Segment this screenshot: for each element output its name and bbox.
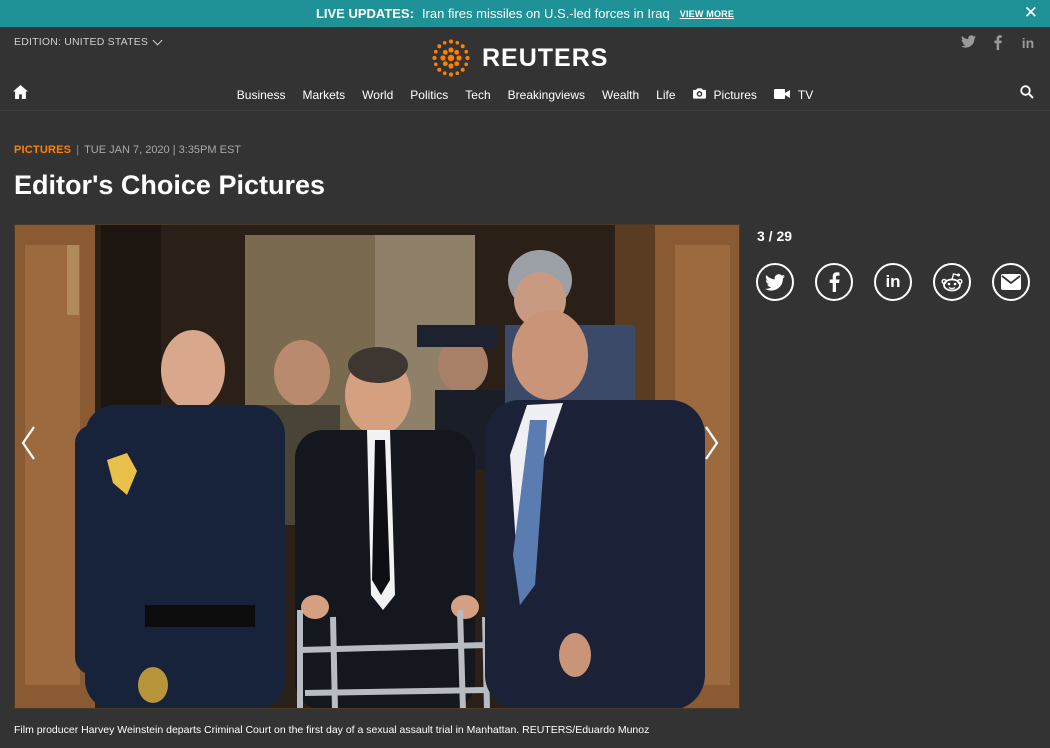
gallery-photo[interactable] [14, 224, 740, 709]
reuters-logo[interactable]: REUTERS [430, 37, 608, 79]
photo-image [15, 225, 739, 708]
facebook-icon [829, 272, 839, 292]
nav-item-tech[interactable]: Tech [465, 88, 490, 102]
share-reddit-button[interactable] [933, 263, 971, 301]
facebook-icon[interactable] [990, 35, 1006, 53]
nav-item-tv[interactable]: TV [773, 88, 814, 102]
share-linkedin-button[interactable]: in [874, 263, 912, 301]
page-title: Editor's Choice Pictures [14, 170, 326, 200]
view-more-link[interactable]: VIEW MORE [680, 9, 734, 19]
nav-item-politics[interactable]: Politics [410, 88, 448, 102]
share-email-button[interactable] [992, 263, 1030, 301]
main-nav: Business Markets World Politics Tech Bre… [0, 88, 1050, 102]
edition-selector[interactable]: EDITION: UNITED STATES [14, 35, 163, 48]
share-twitter-button[interactable] [756, 263, 794, 301]
nav-item-tv-label: TV [797, 88, 814, 102]
nav-item-markets[interactable]: Markets [302, 88, 345, 102]
header-social-links: in [960, 35, 1036, 53]
edition-label: EDITION: UNITED STATES [14, 36, 149, 48]
share-facebook-button[interactable] [815, 263, 853, 301]
nav-item-wealth[interactable]: Wealth [602, 88, 639, 102]
twitter-icon [765, 273, 785, 291]
nav-item-world[interactable]: World [362, 88, 393, 102]
nav-item-business[interactable]: Business [237, 88, 286, 102]
email-icon [1001, 274, 1021, 290]
live-updates-banner: LIVE UPDATES: Iran fires missiles on U.S… [0, 0, 1050, 27]
search-icon[interactable] [1020, 85, 1034, 104]
article-meta: PICTURES | TUE JAN 7, 2020 | 3:35PM EST [14, 144, 241, 156]
banner-headline[interactable]: Iran fires missiles on U.S.-led forces i… [422, 6, 670, 21]
close-icon[interactable]: ✕ [1024, 4, 1038, 21]
previous-photo-button[interactable] [20, 425, 50, 485]
chevron-left-icon [21, 426, 35, 460]
photo-caption: Film producer Harvey Weinstein departs C… [14, 724, 650, 736]
share-buttons: in [756, 263, 1030, 301]
twitter-icon[interactable] [960, 35, 976, 53]
reuters-logo-icon [432, 39, 470, 77]
video-camera-icon [773, 88, 790, 102]
article-date: TUE JAN 7, 2020 | 3:35PM EST [84, 144, 241, 156]
site-header: EDITION: UNITED STATES REUTERS in Busine… [0, 27, 1050, 111]
nav-item-pictures-label: Pictures [713, 88, 757, 102]
meta-divider: | [76, 144, 80, 156]
chevron-right-icon [705, 426, 719, 460]
linkedin-icon[interactable]: in [1020, 35, 1036, 53]
reddit-icon [941, 273, 963, 292]
photo-counter: 3 / 29 [757, 228, 793, 244]
chevron-down-icon [152, 35, 163, 45]
linkedin-icon: in [885, 272, 901, 291]
camera-icon [692, 88, 706, 102]
banner-label: LIVE UPDATES: [315, 6, 414, 21]
section-label[interactable]: PICTURES [14, 144, 71, 156]
nav-item-pictures[interactable]: Pictures [692, 88, 757, 102]
nav-item-breakingviews[interactable]: Breakingviews [508, 88, 585, 102]
brand-wordmark: REUTERS [482, 43, 609, 72]
next-photo-button[interactable] [704, 425, 734, 485]
nav-item-life[interactable]: Life [656, 88, 675, 102]
